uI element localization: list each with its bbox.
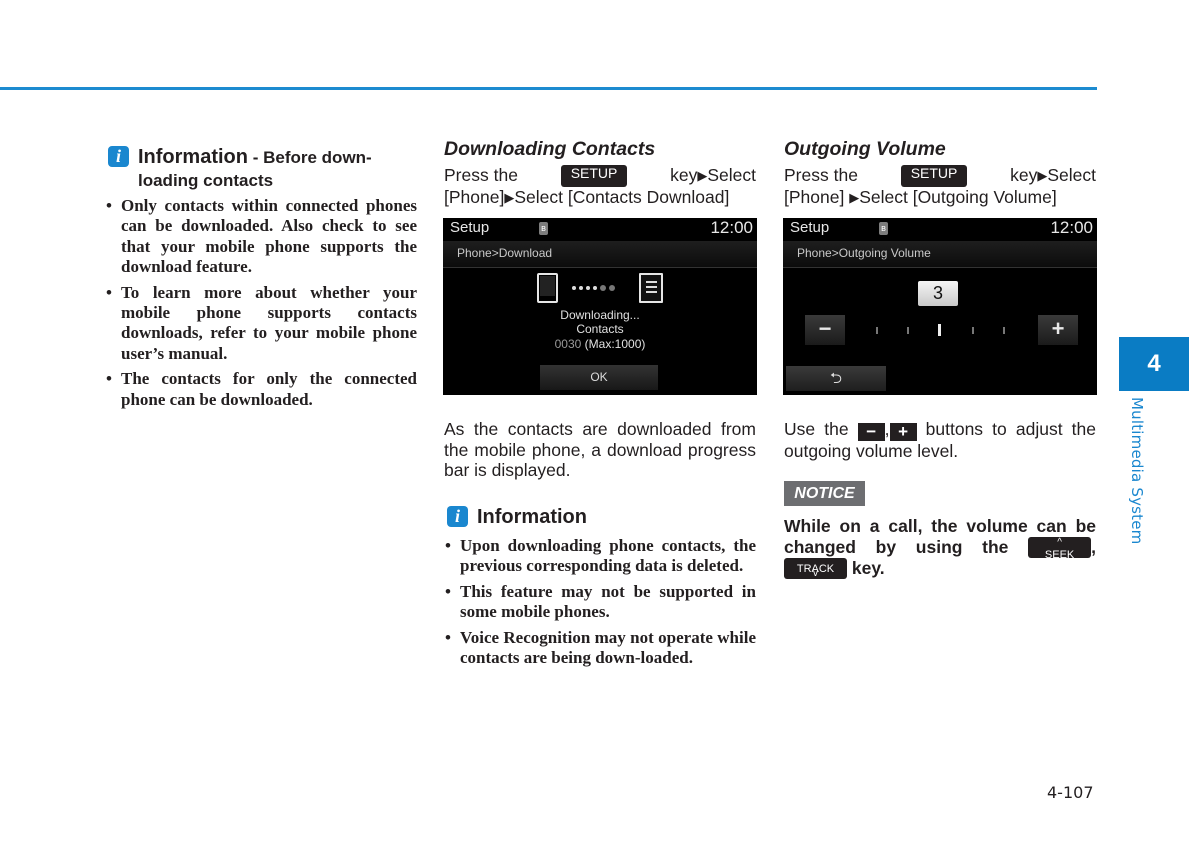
bluetooth-icon: ʙ <box>879 222 888 235</box>
screen-download-contacts: Setup ʙ 12:00 Phone>Download Downloading… <box>443 218 757 395</box>
screen-clock: 12:00 <box>1050 218 1093 237</box>
download-count-value: 0030 <box>554 337 582 351</box>
arrow-right-icon: ▶ <box>1037 168 1048 183</box>
ok-button[interactable]: OK <box>540 365 658 390</box>
screen-breadcrumb: Phone>Download <box>443 241 757 268</box>
seek-label: SEEK <box>1044 548 1075 561</box>
info-title: Information - Before down-loading contac… <box>138 146 418 192</box>
download-type: Contacts <box>576 322 624 336</box>
volume-description: Use the −, + buttons to adjust the outgoi… <box>784 419 1096 462</box>
screen-outgoing-volume: Setup ʙ 12:00 Phone>Outgoing Volume 3 − … <box>783 218 1097 395</box>
list-item: Upon downloading phone contacts, the pre… <box>444 536 756 577</box>
download-status: Downloading... <box>560 308 640 322</box>
instr-text: key <box>1010 165 1038 185</box>
minus-button-icon: − <box>857 423 885 441</box>
volume-level-display: 3 <box>918 281 958 306</box>
info-title: Information <box>477 506 587 528</box>
progress-dot <box>586 286 590 290</box>
info-bullet-list: Only contacts within connected phones ca… <box>105 196 417 415</box>
progress-dot <box>600 285 606 291</box>
instr-text: Press the <box>784 165 858 185</box>
notice-text: While on a call, the volume can be chang… <box>784 516 1096 579</box>
download-count: 0030 (Max:1000) <box>443 337 757 351</box>
volume-tick <box>876 327 878 334</box>
list-item: This feature may not be supported in som… <box>444 582 756 623</box>
screen-clock: 12:00 <box>710 218 753 237</box>
instr-text: key <box>670 165 698 185</box>
progress-dot <box>579 286 583 290</box>
setup-key: SETUP <box>900 165 968 187</box>
download-count-max: (Max:1000) <box>584 337 646 351</box>
list-item: To learn more about whether your mobile … <box>105 283 417 364</box>
info-icon: i <box>447 506 468 527</box>
volume-tick <box>907 327 909 334</box>
screen-breadcrumb: Phone>Outgoing Volume <box>783 241 1097 268</box>
setup-key: SETUP <box>560 165 628 187</box>
instruction-volume: Press the SETUP key▶Select [Phone] ▶Sele… <box>784 165 1096 208</box>
screen-status-bar: Setup ʙ 12:00 <box>443 218 757 240</box>
info-bullet-list: Upon downloading phone contacts, the pre… <box>444 536 756 674</box>
list-item: Only contacts within connected phones ca… <box>105 196 417 277</box>
track-key-icon: TRACK v <box>784 557 847 579</box>
seek-key-icon: ^ SEEK <box>1028 536 1092 561</box>
desc-text: Use the <box>784 419 849 439</box>
page-number: 4-107 <box>1047 783 1094 802</box>
notice-body: key. <box>851 557 885 578</box>
instr-text: Select <box>1047 165 1096 185</box>
phone-icon <box>537 273 558 303</box>
arrow-right-icon: ▶ <box>504 189 515 205</box>
chapter-title: Multimedia System <box>1128 397 1146 545</box>
screen-title: Setup <box>450 219 490 236</box>
instr-text: Press the <box>444 165 518 185</box>
progress-dot <box>572 286 576 290</box>
info-heading-before-download: i Information - Before down-loading cont… <box>108 146 418 192</box>
progress-dot <box>609 285 615 291</box>
instr-text: [Phone] <box>444 186 505 207</box>
plus-button-icon: + <box>889 423 917 441</box>
arrow-right-icon: ▶ <box>849 189 860 205</box>
instr-text: Select [Contacts Download] <box>514 186 730 207</box>
notice-body: , <box>1091 536 1096 557</box>
instr-text: Select <box>707 165 756 185</box>
instr-text: [Phone] <box>784 186 845 207</box>
info-icon: i <box>108 146 129 167</box>
list-item: Voice Recognition may not operate while … <box>444 628 756 669</box>
section-heading-downloading-contacts: Downloading Contacts <box>444 138 656 160</box>
volume-minus-button[interactable]: − <box>805 315 845 345</box>
section-heading-outgoing-volume: Outgoing Volume <box>784 138 946 160</box>
download-description: As the contacts are downloaded from the … <box>444 419 756 480</box>
chevron-down-icon: v <box>813 567 818 579</box>
header-rule <box>0 87 1097 90</box>
back-arrow-icon: ⮌ <box>829 370 842 387</box>
volume-tick-active <box>938 324 941 336</box>
list-item: The contacts for only the connected phon… <box>105 369 417 410</box>
info-heading-download: i Information <box>447 506 587 528</box>
volume-plus-button[interactable]: + <box>1038 315 1078 345</box>
contacts-document-icon <box>639 273 663 303</box>
volume-tick <box>1003 327 1005 334</box>
screen-title: Setup <box>790 219 830 236</box>
back-button[interactable]: ⮌ <box>786 366 886 391</box>
breadcrumb-path: Phone>Outgoing Volume <box>797 246 931 260</box>
info-title-text: Information <box>138 146 248 168</box>
notice-badge: NOTICE <box>784 481 865 506</box>
breadcrumb-path: Phone>Download <box>457 246 553 260</box>
instr-text: Select [Outgoing Volume] <box>859 186 1057 207</box>
arrow-right-icon: ▶ <box>697 168 708 183</box>
screen-status-bar: Setup ʙ 12:00 <box>783 218 1097 240</box>
progress-dots-icon <box>572 285 615 291</box>
progress-dot <box>593 286 597 290</box>
bluetooth-download-icon: ʙ <box>539 222 548 235</box>
volume-tick <box>972 327 974 334</box>
chapter-tab: 4 <box>1119 337 1189 391</box>
instruction-download: Press the SETUP key▶Select [Phone]▶Selec… <box>444 165 756 208</box>
